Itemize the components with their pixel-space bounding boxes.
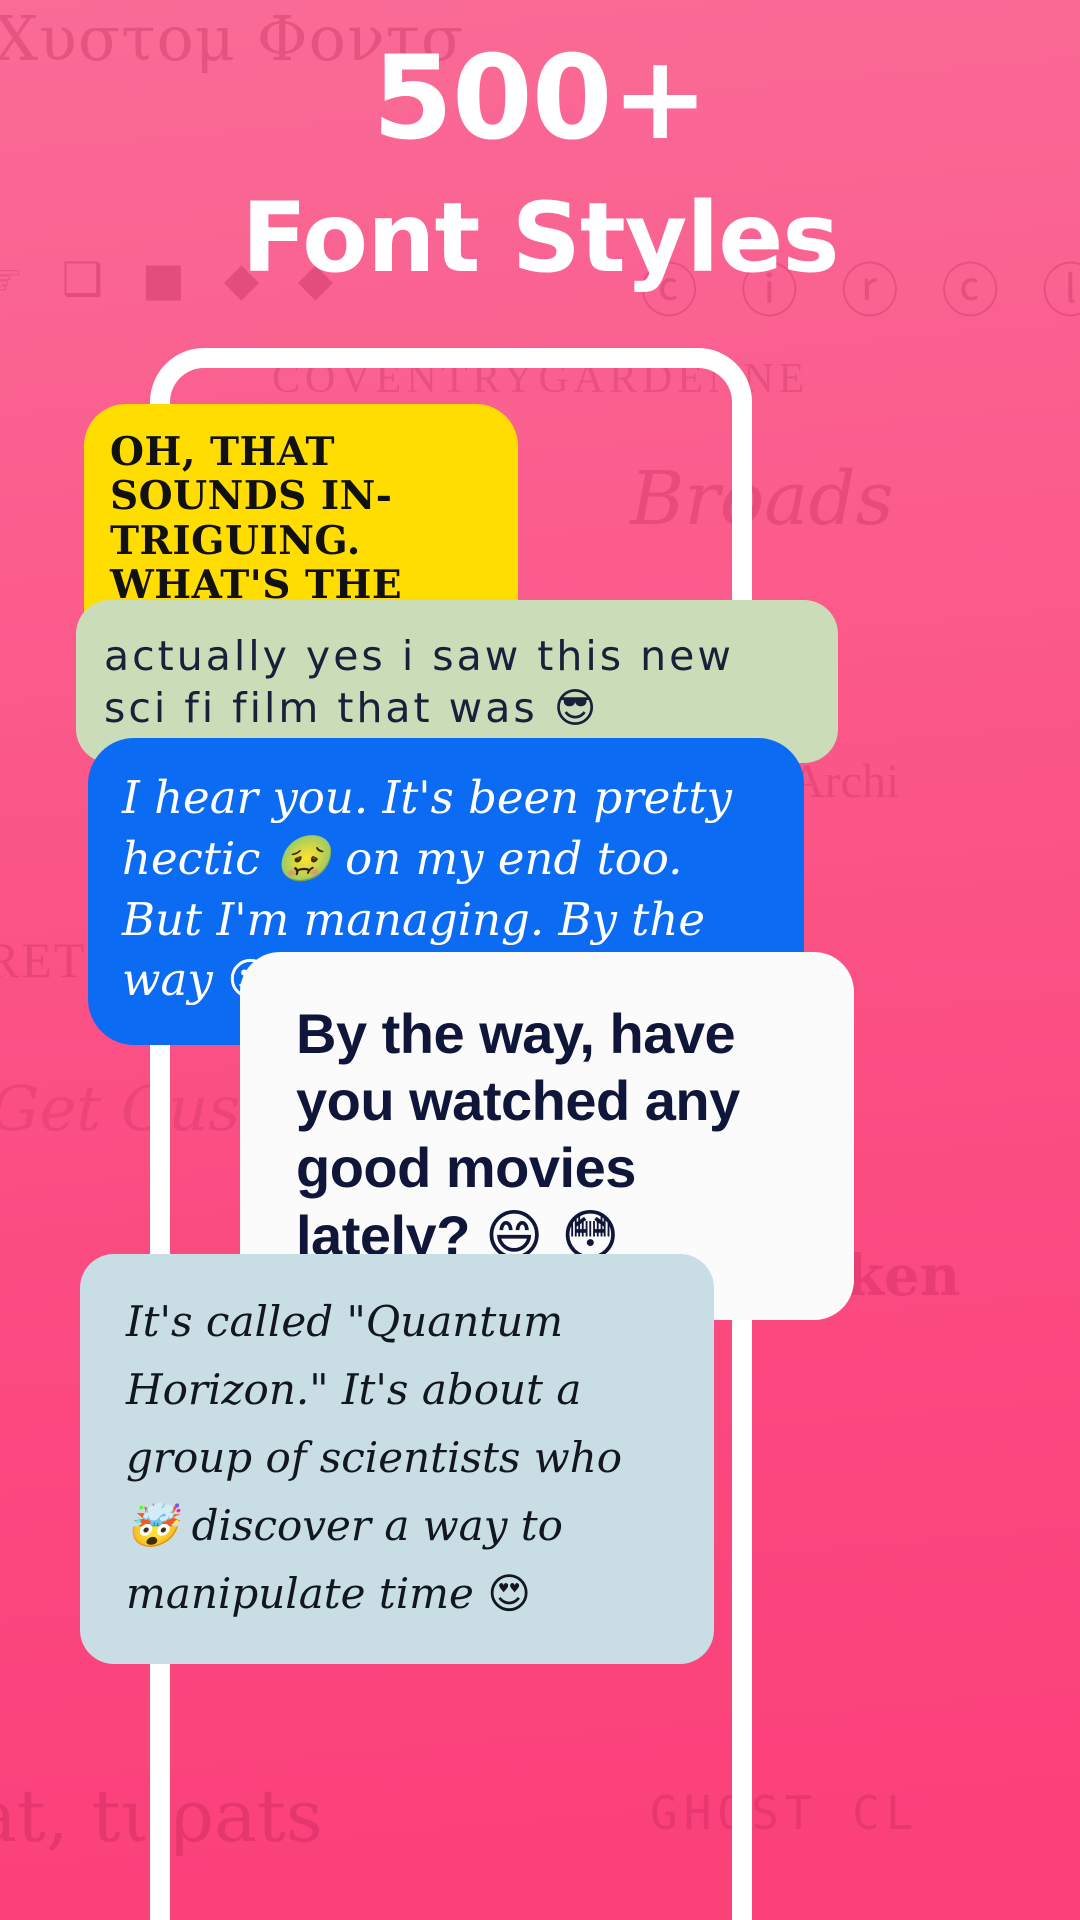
title-label: Font Styles — [241, 182, 839, 295]
chat-bubble-text: It's called "Quantum Horizon." It's abou… — [126, 1297, 623, 1619]
page-title: 500+ Font Styles — [0, 36, 1080, 293]
chat-bubble-text: By the way, have you watched any good mo… — [296, 1002, 740, 1269]
chat-bubble-calligraphy[interactable]: It's called "Quantum Horizon." It's abou… — [80, 1254, 714, 1665]
chat-bubble-emojis: 😍 — [487, 1569, 531, 1619]
chat-bubble-emojis: 😎 — [553, 684, 597, 733]
title-count: 500+ — [372, 31, 708, 166]
chat-bubble-text: actually yes i saw this new sci fi film … — [104, 632, 734, 733]
